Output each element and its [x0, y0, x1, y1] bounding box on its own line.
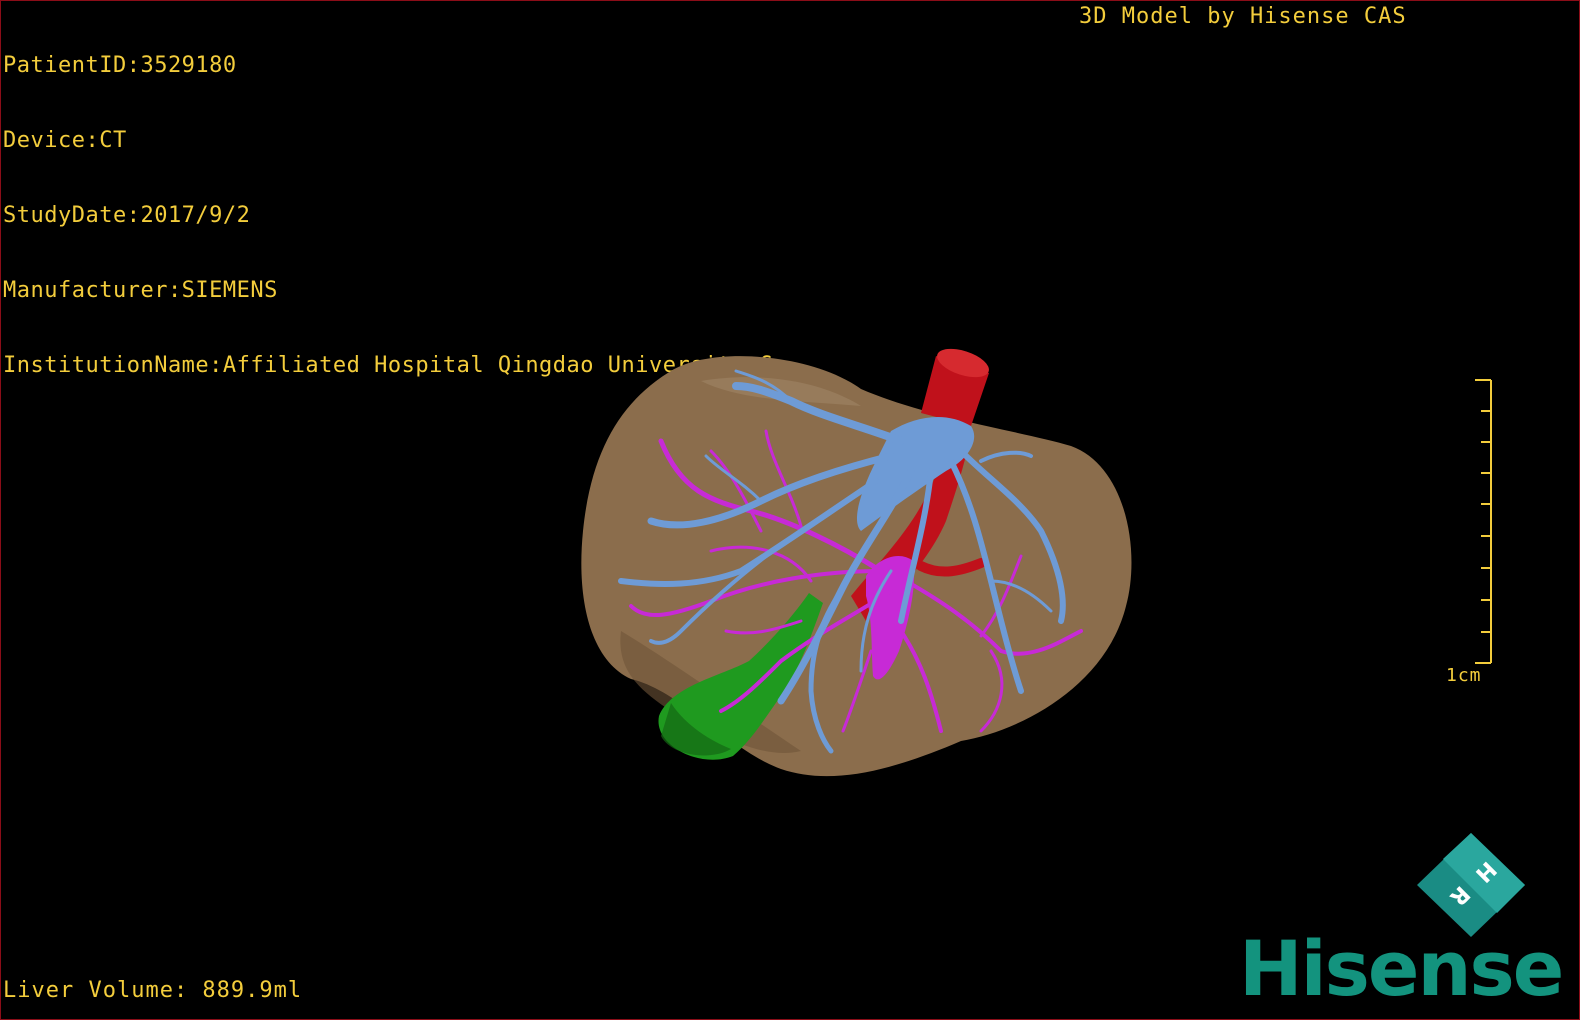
scale-label: 1cm: [1446, 665, 1482, 686]
scale-bar: [1475, 379, 1492, 664]
3d-viewport[interactable]: PatientID:3529180 Device:CT StudyDate:20…: [0, 0, 1580, 1020]
manufacturer-text: Manufacturer:SIEMENS: [3, 278, 278, 303]
liver-volume-text: Liver Volume: 889.9ml: [3, 978, 303, 1003]
study-date-text: StudyDate:2017/9/2: [3, 203, 251, 228]
patient-id-text: PatientID:3529180: [3, 53, 237, 78]
model-credit-text: 3D Model by Hisense CAS: [1079, 4, 1407, 29]
hisense-logo: Hisense: [1239, 924, 1564, 1013]
device-text: Device:CT: [3, 128, 127, 153]
liver-3d-model[interactable]: [561, 331, 1161, 801]
